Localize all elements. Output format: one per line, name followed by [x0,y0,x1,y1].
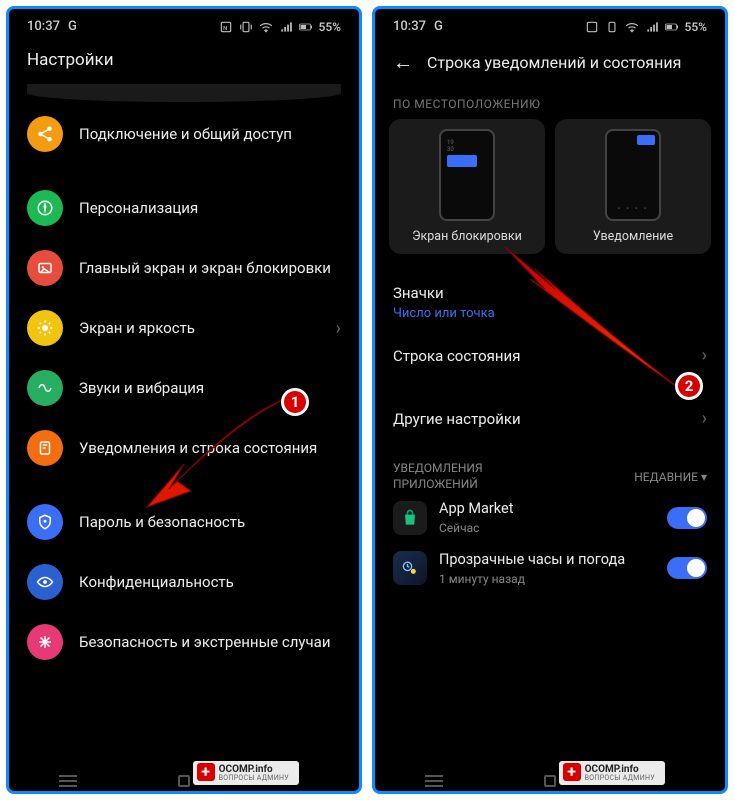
status-icons: N 55% [219,20,341,34]
image-icon [27,250,63,286]
battery-percent: 55% [685,20,707,34]
settings-item-label: Конфиденциальность [79,572,341,592]
nfc-icon: N [219,20,233,34]
page-header: ← Строка уведомлений и состояния [375,40,725,89]
annotation-badge-1: 1 [281,388,309,416]
setting-icons[interactable]: Значки Число или точка [375,280,725,331]
card-notification[interactable]: • • • • Уведомление [555,119,711,254]
nav-recents[interactable] [425,775,443,787]
status-bar: 10:37 G 55% [375,9,725,40]
settings-item-label: Главный экран и экран блокировки [79,258,341,278]
signal-icon [279,20,293,34]
mock-phone-notif: • • • • [605,129,661,221]
status-icons: 55% [585,20,707,34]
sun-icon [27,310,63,346]
nav-home[interactable] [178,775,190,787]
app-row-market[interactable]: App Market Сейчас [375,492,725,543]
app-row-weather[interactable]: Прозрачные часы и погода 1 минуту назад [375,543,725,594]
settings-item-display[interactable]: Экран и яркость › [9,298,359,358]
setting-other[interactable]: Другие настройки › [375,394,725,443]
sound-icon [27,370,63,406]
app-market-icon [393,501,427,535]
wifi-icon [625,20,639,34]
settings-item-label: Пароль и безопасность [79,512,341,532]
apps-section-header: УВЕДОМЛЕНИЯ ПРИЛОЖЕНИЙ НЕДАВНИЕ ▾ [375,455,725,492]
nfc-icon [585,20,599,34]
assistant-indicator: G [434,19,443,34]
settings-item-safety[interactable]: Безопасность и экстренные случаи [9,612,359,672]
wifi-icon [259,20,273,34]
settings-item-label: Персонализация [79,198,341,218]
nav-bar [9,769,359,791]
section-header-position: ПО МЕСТОПОЛОЖЕНИЮ [375,89,725,119]
settings-item-privacy[interactable]: Конфиденциальность [9,552,359,612]
compass-icon [27,190,63,226]
watermark-plus-icon: + [197,763,215,781]
card-lock-screen[interactable]: 1930 Экран блокировки [389,119,545,254]
weather-clock-icon [393,551,427,585]
nav-home[interactable] [544,775,556,787]
nav-recents[interactable] [59,775,77,787]
page-title: Строка уведомлений и состояния [427,53,681,72]
status-time: 10:37 [393,19,426,34]
asterisk-icon [27,624,63,660]
page-title: Настройки [9,40,359,84]
share-icon [27,116,63,152]
status-bar: 10:37 G N 55% [9,9,359,40]
toggle-weather[interactable] [667,557,707,579]
sort-recent[interactable]: НЕДАВНИЕ ▾ [634,470,707,484]
settings-item-label: Экран и яркость [79,318,320,338]
battery-icon [665,20,679,34]
settings-item-password[interactable]: Пароль и безопасность [9,492,359,552]
annotation-badge-2: 2 [675,372,703,400]
left-screenshot: 10:37 G N 55% Настройки Подключение и об… [6,6,362,794]
assistant-indicator: G [68,19,77,34]
notification-icon [27,430,63,466]
settings-item-label: Подключение и общий доступ [79,124,341,144]
back-arrow-icon[interactable]: ← [393,50,413,75]
settings-item-connection-sharing[interactable]: Подключение и общий доступ [9,104,359,164]
chevron-right-icon: › [336,318,341,339]
settings-item-label: Безопасность и экстренные случаи [79,632,341,652]
setting-status-line[interactable]: Строка состояния › [375,331,725,380]
svg-text:N: N [223,25,227,31]
battery-icon [299,20,313,34]
chevron-right-icon: › [702,408,707,429]
right-screenshot: 10:37 G 55% ← Строка уведомлений и состо… [372,6,728,794]
top-arc [27,84,341,102]
watermark: + OCOMP.info ВОПРОСЫ АДМИНУ [559,761,665,785]
settings-item-notifications[interactable]: Уведомления и строка состояния [9,418,359,478]
shield-icon [27,504,63,540]
chevron-right-icon: › [702,345,707,366]
toggle-app-market[interactable] [667,507,707,529]
nav-bar [375,769,725,791]
signal-icon [645,20,659,34]
settings-item-label: Уведомления и строка состояния [79,438,341,458]
status-time: 10:37 [27,19,60,34]
watermark-plus-icon: + [563,763,581,781]
battery-percent: 55% [319,20,341,34]
settings-item-personalization[interactable]: Персонализация [9,178,359,238]
vibrate-icon [605,20,619,34]
eye-icon [27,564,63,600]
settings-item-home-lock[interactable]: Главный экран и экран блокировки [9,238,359,298]
mock-phone-lock: 1930 [439,129,495,221]
watermark: + OCOMP.info ВОПРОСЫ АДМИНУ [193,761,299,785]
vibrate-icon [239,20,253,34]
